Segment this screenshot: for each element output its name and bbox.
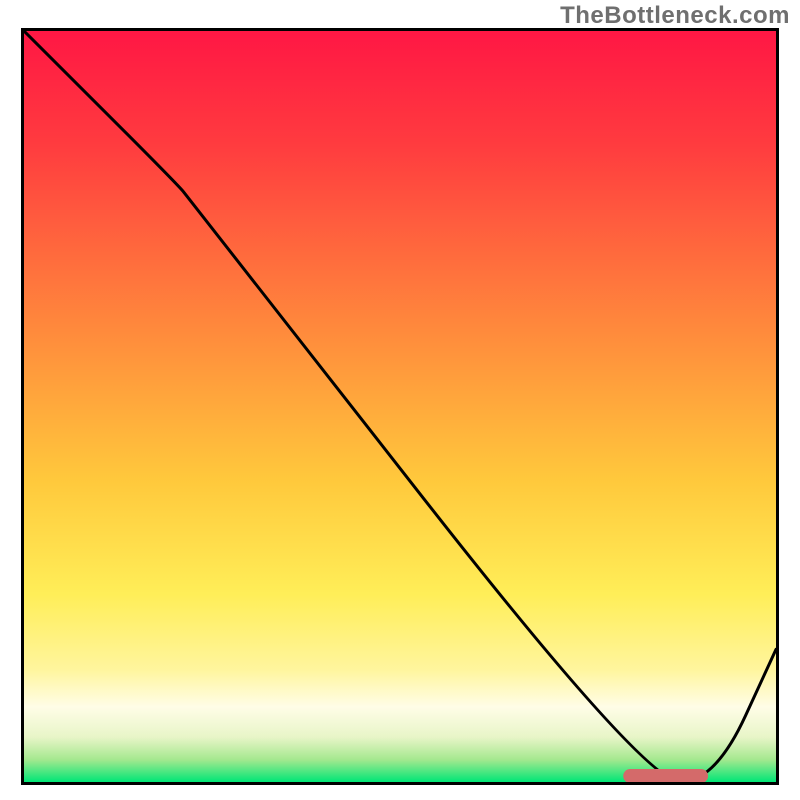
optimal-range-marker bbox=[623, 769, 708, 782]
watermark-text: TheBottleneck.com bbox=[560, 2, 790, 30]
chart-svg bbox=[24, 31, 776, 782]
plot-area bbox=[21, 28, 779, 785]
chart-frame: TheBottleneck.com bbox=[0, 0, 800, 800]
